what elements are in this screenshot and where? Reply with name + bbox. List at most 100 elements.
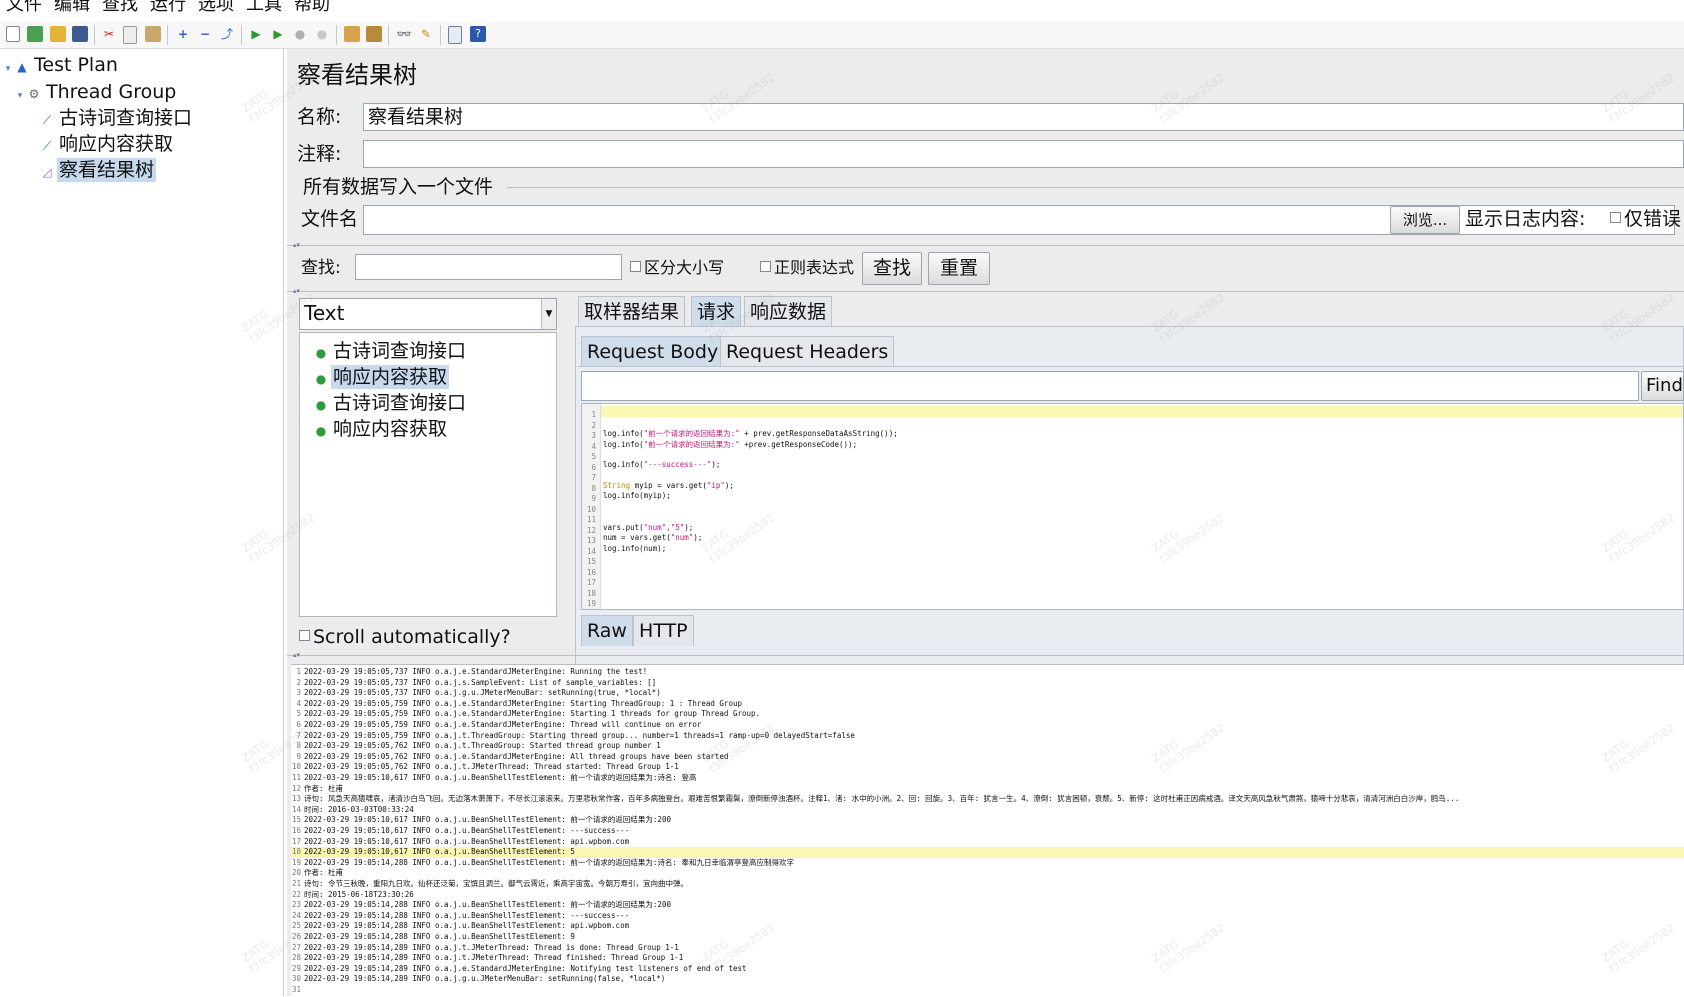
clear-all-icon[interactable] bbox=[366, 26, 382, 42]
log-line: 11 2022-03-29 19:05:10,617 INFO o.a.j.u.B… bbox=[291, 773, 1684, 784]
result-item[interactable]: ● 响应内容获取 bbox=[314, 417, 449, 443]
renderer-select[interactable]: Text ▼ bbox=[299, 298, 557, 330]
case-sensitive-checkbox[interactable]: 区分大小写 bbox=[630, 255, 724, 281]
open-icon[interactable] bbox=[50, 26, 66, 42]
menu-options[interactable]: 选项 bbox=[198, 0, 234, 14]
regex-checkbox[interactable]: 正则表达式 bbox=[760, 255, 854, 281]
log-line-text: 2022-03-29 19:05:14,288 INFO o.a.j.u.Bea… bbox=[304, 910, 630, 920]
log-line: 26 2022-03-29 19:05:14,288 INFO o.a.j.u.B… bbox=[291, 932, 1684, 943]
reset-button[interactable]: 重置 bbox=[928, 252, 990, 285]
split-arrows-icon[interactable]: ▴▾ bbox=[293, 287, 300, 295]
log-line: 13 诗句: 风急天高猿啸哀，渚清沙白鸟飞回。无边落木萧萧下，不尽长江滚滚来。万里… bbox=[291, 794, 1684, 805]
log-line-text: 2022-03-29 19:05:05,759 INFO o.a.j.e.Sta… bbox=[304, 709, 761, 719]
listener-icon: ◿ bbox=[42, 165, 52, 179]
code-line: log.info("前一个请求的返回结果为:" +prev.getRespons… bbox=[603, 439, 858, 449]
shutdown-icon[interactable]: ● bbox=[314, 26, 330, 42]
stop-icon[interactable]: ● bbox=[292, 26, 308, 42]
split-arrows-icon[interactable]: ▴▾ bbox=[293, 241, 300, 249]
log-line-number: 28 bbox=[291, 953, 301, 963]
templates-icon[interactable] bbox=[27, 26, 43, 42]
reset-search-icon[interactable]: ✎ bbox=[418, 26, 434, 42]
log-line-number: 24 bbox=[291, 910, 301, 920]
clear-icon[interactable] bbox=[344, 26, 360, 42]
search-icon[interactable]: 👓 bbox=[396, 26, 412, 42]
sampler-icon: ⟋ bbox=[42, 139, 52, 153]
tab-request-headers[interactable]: Request Headers bbox=[720, 336, 895, 367]
cut-icon[interactable]: ✂ bbox=[101, 26, 117, 42]
tab-request-body[interactable]: Request Body bbox=[581, 336, 725, 367]
new-icon[interactable] bbox=[6, 26, 20, 42]
log-line-text: 时间: 2015-06-18T23:30:26 bbox=[304, 889, 414, 899]
name-field[interactable]: 察看结果树 bbox=[363, 103, 1684, 131]
checkbox-icon[interactable] bbox=[630, 261, 641, 272]
errors-only-checkbox[interactable]: 仅错误 bbox=[1610, 206, 1681, 232]
paste-icon[interactable] bbox=[145, 26, 161, 42]
menu-help[interactable]: 帮助 bbox=[294, 0, 330, 14]
tree-node-test-plan[interactable]: ▾ ▲ Test Plan bbox=[4, 53, 120, 81]
log-line-number: 20 bbox=[291, 868, 301, 878]
chevron-down-icon[interactable]: ▼ bbox=[541, 299, 556, 329]
menu-search[interactable]: 查找 bbox=[102, 0, 138, 14]
request-body-editor[interactable]: 1 2 3 4 5 6 7 8 9 10 11 12 13 14 15 16 1… bbox=[581, 403, 1684, 610]
log-line: 10 2022-03-29 19:05:05,762 INFO o.a.j.t.J… bbox=[291, 762, 1684, 773]
result-item-selected[interactable]: ● 响应内容获取 bbox=[314, 365, 450, 391]
menu-file[interactable]: 文件 bbox=[6, 0, 42, 14]
expand-toggle-icon[interactable]: ▾ bbox=[4, 57, 12, 81]
tree-node-sampler-2[interactable]: ⟋ 响应内容获取 bbox=[40, 132, 175, 158]
copy-icon[interactable] bbox=[123, 26, 137, 44]
log-line-text: 2022-03-29 19:05:05,762 INFO o.a.j.t.JMe… bbox=[304, 762, 679, 772]
log-line: 16 2022-03-29 19:05:10,617 INFO o.a.j.u.B… bbox=[291, 826, 1684, 837]
toggle-icon[interactable]: ⤴ bbox=[219, 26, 235, 42]
checkbox-icon[interactable] bbox=[299, 630, 310, 641]
expand-icon[interactable]: + bbox=[175, 26, 191, 42]
log-line-number: 19 bbox=[291, 857, 301, 867]
tree-node-view-results-tree[interactable]: ◿ 察看结果树 bbox=[40, 158, 157, 184]
code-line: vars.put("num","5"); bbox=[603, 522, 694, 532]
menu-bar: 文件 编辑 查找 运行 选项 工具 帮助 bbox=[0, 0, 1684, 18]
start-icon[interactable]: ▶ bbox=[248, 26, 264, 42]
tab-raw[interactable]: Raw bbox=[581, 615, 633, 646]
body-find-button[interactable]: Find bbox=[1641, 371, 1684, 401]
toolbar: ✂ + − ⤴ ▶ ▶ ● ● 👓 ✎ ? bbox=[0, 22, 1684, 49]
log-line-number: 12 bbox=[291, 783, 301, 793]
tab-http[interactable]: HTTP bbox=[633, 615, 694, 646]
log-line: 15 2022-03-29 19:05:10,617 INFO o.a.j.u.B… bbox=[291, 815, 1684, 826]
scroll-automatically-checkbox[interactable]: Scroll automatically? bbox=[299, 624, 511, 650]
code-line: String myip = vars.get("ip"); bbox=[603, 480, 734, 490]
tab-request[interactable]: 请求 bbox=[691, 296, 742, 327]
tab-sampler-result[interactable]: 取样器结果 bbox=[578, 296, 686, 327]
tree-node-sampler-1[interactable]: ⟋ 古诗词查询接口 bbox=[40, 106, 194, 132]
log-line: 30 2022-03-29 19:05:14,289 INFO o.a.j.g.u… bbox=[291, 974, 1684, 985]
code-line: log.info(myip); bbox=[603, 491, 671, 500]
log-line-text: 2022-03-29 19:05:14,288 INFO o.a.j.u.Bea… bbox=[304, 932, 575, 941]
expand-toggle-icon[interactable]: ▾ bbox=[16, 84, 24, 108]
find-button[interactable]: 查找 bbox=[862, 252, 922, 285]
log-line-number: 5 bbox=[296, 709, 301, 719]
search-input[interactable] bbox=[355, 254, 622, 280]
comment-field[interactable] bbox=[363, 140, 1684, 168]
log-line-number: 23 bbox=[291, 900, 301, 910]
code-line: log.info("前一个请求的返回结果为:" + prev.getRespon… bbox=[603, 429, 898, 438]
result-item[interactable]: ● 古诗词查询接口 bbox=[314, 391, 468, 417]
checkbox-icon[interactable] bbox=[1610, 212, 1621, 223]
tree-node-thread-group[interactable]: ▾ ⚙ Thread Group bbox=[16, 80, 178, 108]
log-panel[interactable]: 1 2022-03-29 19:05:05,737 INFO o.a.j.e.St… bbox=[291, 664, 1684, 997]
checkbox-icon[interactable] bbox=[760, 261, 771, 272]
function-helper-icon[interactable] bbox=[448, 26, 462, 44]
body-search-input[interactable] bbox=[581, 371, 1639, 401]
menu-edit[interactable]: 编辑 bbox=[54, 0, 90, 14]
collapse-icon[interactable]: − bbox=[197, 26, 213, 42]
menu-run[interactable]: 运行 bbox=[150, 0, 186, 14]
search-label: 查找: bbox=[301, 258, 341, 278]
log-line-number: 6 bbox=[296, 720, 301, 729]
help-icon[interactable]: ? bbox=[470, 26, 486, 42]
result-item[interactable]: ● 古诗词查询接口 bbox=[314, 339, 468, 365]
filename-label: 文件名 bbox=[301, 208, 359, 230]
split-arrows-icon[interactable]: ▴▾ bbox=[293, 651, 300, 659]
menu-tools[interactable]: 工具 bbox=[246, 0, 282, 14]
start-no-pause-icon[interactable]: ▶ bbox=[270, 26, 286, 42]
log-line: 1 2022-03-29 19:05:05,737 INFO o.a.j.e.St… bbox=[291, 667, 1684, 678]
browse-button[interactable]: 浏览... bbox=[1390, 206, 1460, 234]
tab-response-data[interactable]: 响应数据 bbox=[744, 296, 833, 327]
save-icon[interactable] bbox=[72, 26, 88, 42]
